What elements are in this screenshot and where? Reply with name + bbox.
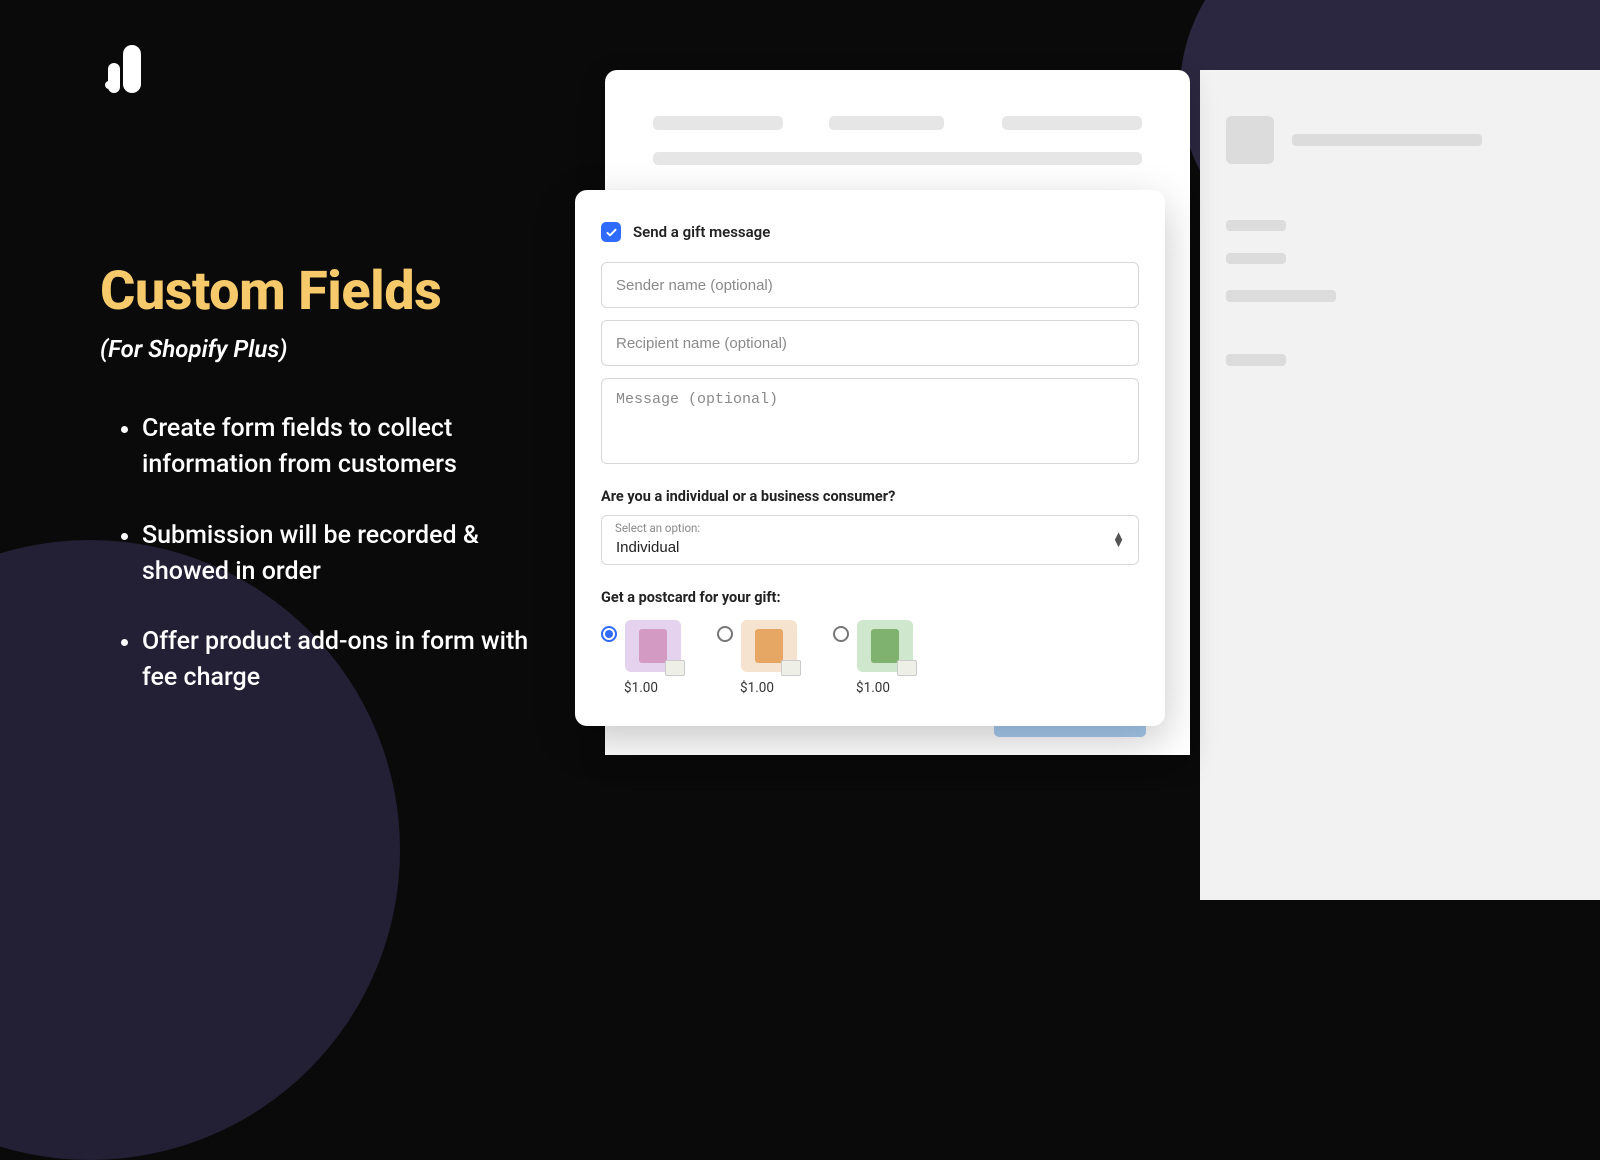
check-icon <box>605 226 618 239</box>
checkout-preview: Send a gift message Are you a individual… <box>605 70 1600 900</box>
custom-fields-card: Send a gift message Are you a individual… <box>575 190 1165 726</box>
placeholder-line <box>1226 253 1286 264</box>
placeholder-line <box>1002 116 1142 130</box>
placeholder-line <box>1292 134 1482 146</box>
postcard-thumb <box>741 620 797 672</box>
postcard-option[interactable]: $1.00 <box>717 620 797 696</box>
postcard-label: Get a postcard for your gift: <box>601 589 1139 606</box>
placeholder-line <box>1226 220 1286 231</box>
placeholder-line <box>653 152 1142 165</box>
postcard-radio[interactable] <box>601 626 617 642</box>
gift-message-checkbox[interactable] <box>601 222 621 242</box>
order-summary-panel <box>1200 70 1600 900</box>
placeholder-line <box>1226 354 1286 366</box>
app-logo <box>105 45 141 97</box>
recipient-name-input[interactable] <box>601 320 1139 366</box>
page-subtitle: (For Shopify Plus) <box>100 335 530 363</box>
postcard-radio[interactable] <box>717 626 733 642</box>
placeholder-line <box>1226 290 1336 302</box>
select-hint: Select an option: <box>615 521 700 535</box>
placeholder-line <box>653 116 783 130</box>
feature-list: Create form fields to collect informatio… <box>100 411 530 697</box>
postcard-price: $1.00 <box>624 680 658 696</box>
message-textarea[interactable] <box>601 378 1139 464</box>
product-thumb-placeholder <box>1226 116 1274 164</box>
postcard-option[interactable]: $1.00 <box>601 620 681 696</box>
gift-message-label: Send a gift message <box>633 223 770 241</box>
placeholder-line <box>829 116 944 130</box>
postcard-price: $1.00 <box>856 680 890 696</box>
postcard-thumb <box>857 620 913 672</box>
postcard-price: $1.00 <box>740 680 774 696</box>
page-title: Custom Fields <box>100 260 530 323</box>
feature-item: Create form fields to collect informatio… <box>142 411 530 484</box>
feature-item: Offer product add-ons in form with fee c… <box>142 624 530 697</box>
postcard-radio[interactable] <box>833 626 849 642</box>
consumer-type-label: Are you a individual or a business consu… <box>601 488 1139 505</box>
sender-name-input[interactable] <box>601 262 1139 308</box>
postcard-thumb <box>625 620 681 672</box>
chevron-updown-icon: ▲▼ <box>1112 533 1125 547</box>
postcard-option[interactable]: $1.00 <box>833 620 913 696</box>
feature-item: Submission will be recorded & showed in … <box>142 518 530 591</box>
